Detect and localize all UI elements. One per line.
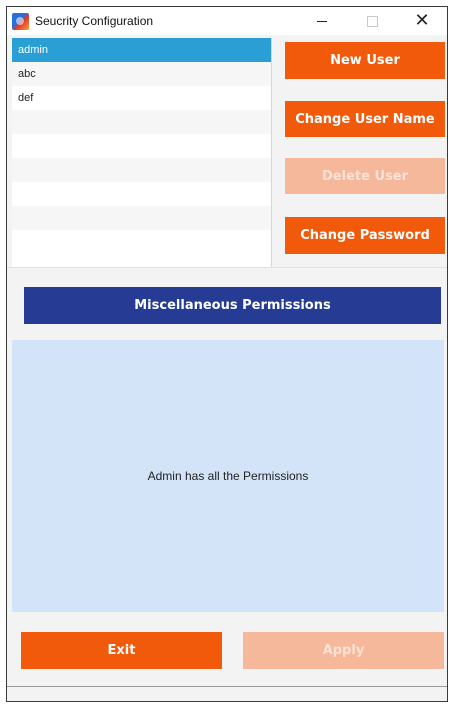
permissions-header: Miscellaneous Permissions [24, 287, 441, 324]
user-list[interactable]: admin abc def [12, 38, 272, 267]
close-icon: ✕ [414, 10, 430, 31]
user-list-item-def[interactable]: def [12, 86, 271, 110]
close-button[interactable]: ✕ [397, 7, 447, 35]
user-list-item-abc[interactable]: abc [12, 62, 271, 86]
minimize-button[interactable] [297, 7, 347, 35]
security-configuration-window: Seucrity Configuration ✕ admin abc def N… [6, 6, 448, 702]
title-bar[interactable]: Seucrity Configuration ✕ [7, 7, 447, 35]
user-list-item-empty[interactable] [12, 206, 271, 230]
user-list-item-empty[interactable] [12, 182, 271, 206]
change-password-button[interactable]: Change Password [285, 217, 445, 254]
delete-user-button[interactable]: Delete User [285, 158, 445, 194]
change-user-name-button[interactable]: Change User Name [285, 101, 445, 137]
new-user-button[interactable]: New User [285, 42, 445, 79]
user-list-item-empty[interactable] [12, 230, 271, 254]
app-icon [12, 12, 29, 30]
maximize-button[interactable] [347, 7, 397, 35]
maximize-icon [366, 15, 378, 27]
user-list-item-empty[interactable] [12, 134, 271, 158]
user-list-item-empty[interactable] [12, 110, 271, 134]
exit-button[interactable]: Exit [21, 632, 222, 669]
permissions-panel: Admin has all the Permissions [12, 340, 444, 612]
section-divider [7, 267, 447, 268]
user-list-item-admin[interactable]: admin [12, 38, 271, 62]
user-list-item-empty[interactable] [12, 158, 271, 182]
window-controls: ✕ [297, 7, 447, 35]
status-bar [7, 686, 447, 701]
permissions-message: Admin has all the Permissions [147, 469, 309, 483]
apply-button[interactable]: Apply [243, 632, 444, 669]
window-title: Seucrity Configuration [35, 14, 154, 28]
minimize-icon [317, 20, 327, 22]
